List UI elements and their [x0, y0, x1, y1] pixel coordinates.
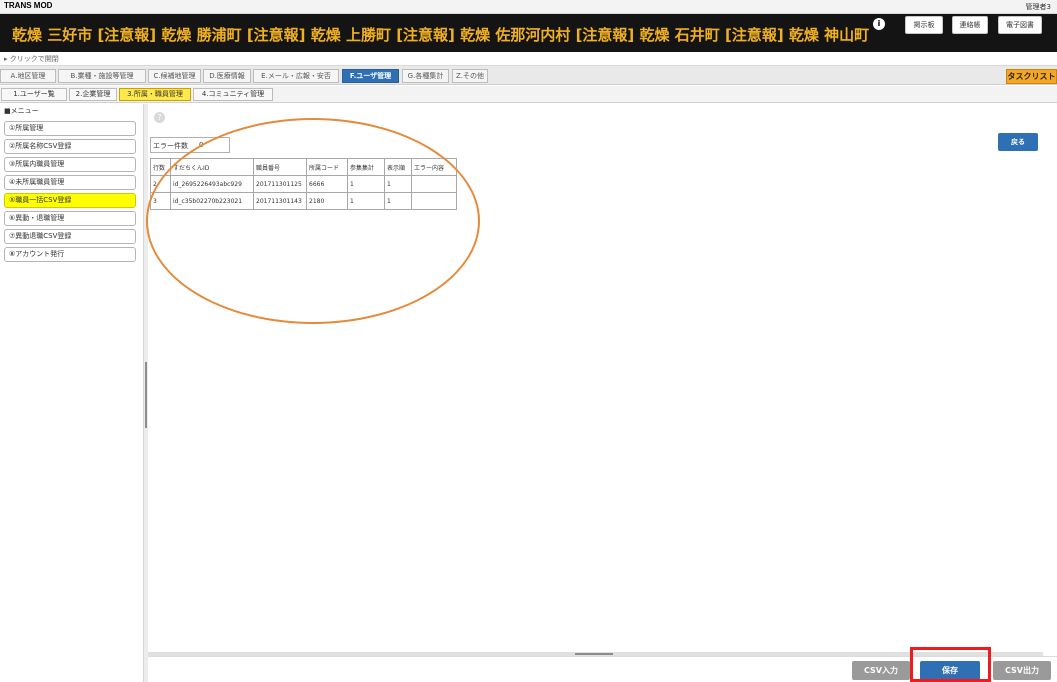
csv-output-button[interactable]: CSV出力: [993, 661, 1051, 680]
menu-item-transfer-csv[interactable]: ⑦異動退職CSV登録: [4, 229, 136, 244]
title-bar: TRANS MOD 管理者3: [0, 0, 1057, 14]
tab-medical[interactable]: D.医療情報: [203, 69, 251, 83]
menu-item-department[interactable]: ①所属管理: [4, 121, 136, 136]
bulletin-board-button[interactable]: 掲示板: [905, 16, 943, 34]
tab-aggregation[interactable]: G.各種集計: [402, 69, 449, 83]
tab-other[interactable]: Z.その他: [452, 69, 488, 83]
menu-item-account[interactable]: ⑧アカウント発行: [4, 247, 136, 262]
user-name[interactable]: 管理者3: [1026, 2, 1051, 12]
error-count-label: エラー件数: [153, 142, 188, 150]
csv-input-button[interactable]: CSV入力: [852, 661, 910, 680]
annotation-ellipse: [146, 118, 480, 324]
subtab-staff[interactable]: 3.所属・職員管理: [119, 88, 191, 101]
e-library-button[interactable]: 電子図書: [998, 16, 1042, 34]
app-title: TRANS MOD: [4, 1, 53, 10]
menu-item-transfer[interactable]: ⑥異動・退職管理: [4, 211, 136, 226]
menu-item-department-csv[interactable]: ②所属名称CSV登録: [4, 139, 136, 154]
menu-item-unassigned-staff[interactable]: ④未所属職員管理: [4, 175, 136, 190]
scrollbar-thumb[interactable]: [575, 653, 613, 655]
tab-business[interactable]: B.業種・施設等管理: [58, 69, 146, 83]
tab-candidate-site[interactable]: C.候補地管理: [148, 69, 201, 83]
menu-item-staff-csv[interactable]: ⑤職員一括CSV登録: [4, 193, 136, 208]
left-menu: ■メニュー ①所属管理 ②所属名称CSV登録 ③所属内職員管理 ④未所属職員管理…: [0, 104, 144, 682]
task-list-button[interactable]: タスクリスト: [1006, 69, 1057, 84]
back-button[interactable]: 戻る: [998, 133, 1038, 151]
contact-book-button[interactable]: 連絡帳: [952, 16, 988, 34]
alert-bar: 乾燥 三好市 [注意報] 乾燥 勝浦町 [注意報] 乾燥 上勝町 [注意報] 乾…: [0, 14, 1057, 52]
main-tab-bar: A.地区管理 B.業種・施設等管理 C.候補地管理 D.医療情報 E.メール・広…: [0, 65, 1057, 85]
tab-user-management[interactable]: F.ユーザ管理: [342, 69, 399, 83]
tab-mail[interactable]: E.メール・広報・安否: [253, 69, 339, 83]
info-icon[interactable]: i: [873, 18, 885, 30]
breadcrumb: ▸ クリックで開閉: [0, 52, 1057, 65]
annotation-highlight-rect: [910, 647, 991, 682]
toggle-open-close[interactable]: ▸ クリックで開閉: [4, 54, 59, 64]
subtab-company[interactable]: 2.企業管理: [69, 88, 117, 101]
alert-ticker: 乾燥 三好市 [注意報] 乾燥 勝浦町 [注意報] 乾燥 上勝町 [注意報] 乾…: [12, 26, 870, 44]
sub-tab-bar: 1.ユーザー覧 2.企業管理 3.所属・職員管理 4.コミュニティ管理: [0, 86, 1057, 103]
subtab-user-list[interactable]: 1.ユーザー覧: [1, 88, 67, 101]
splitter-handle[interactable]: [145, 362, 147, 428]
subtab-community[interactable]: 4.コミュニティ管理: [193, 88, 273, 101]
help-icon[interactable]: ?: [154, 112, 165, 123]
menu-header: ■メニュー: [4, 107, 39, 115]
menu-item-staff[interactable]: ③所属内職員管理: [4, 157, 136, 172]
tab-district[interactable]: A.地区管理: [0, 69, 56, 83]
